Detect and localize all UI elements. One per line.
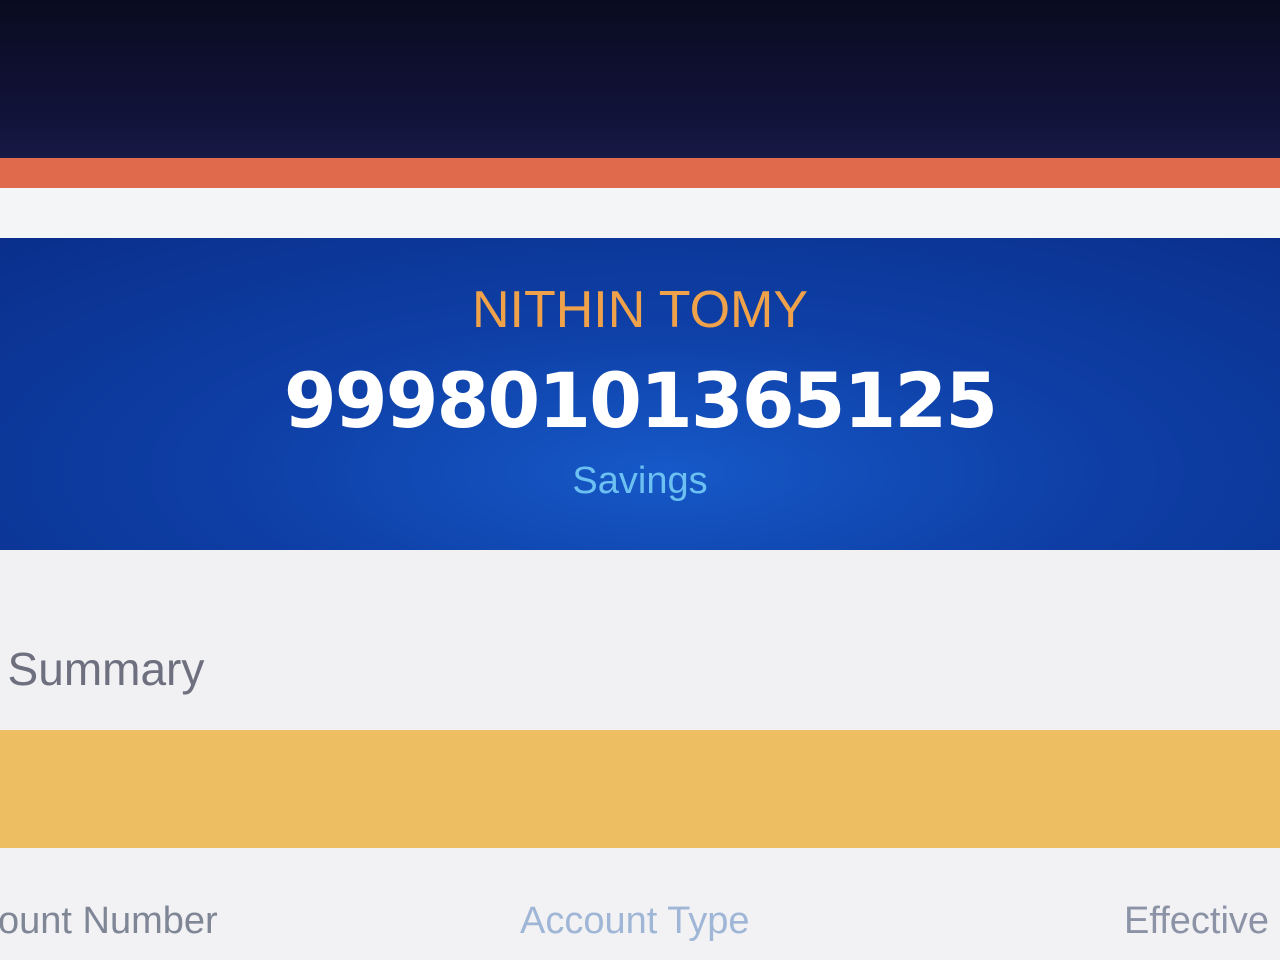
header-accent-bar [0,158,1280,188]
screen: NITHIN TOMY 99980101365125 Savings t Sum… [0,0,1280,960]
account-type: Savings [572,460,708,502]
account-banner: NITHIN TOMY 99980101365125 Savings [0,238,1280,550]
banking-page: NITHIN TOMY 99980101365125 Savings t Sum… [0,158,1280,960]
column-header-effective[interactable]: Effective [1124,900,1269,943]
account-holder-name: NITHIN TOMY [471,281,809,339]
summary-section: t Summary [0,550,1280,730]
summary-table-bar [0,730,1280,848]
column-header-account-number[interactable]: ccount Number [0,900,218,943]
account-number: 99980101365125 [283,356,998,445]
monitor-bezel [0,0,1280,170]
summary-table-header: ccount Number Account Type Effective [0,848,1280,960]
header-strip [0,188,1280,238]
column-header-account-type[interactable]: Account Type [520,900,750,943]
summary-title: t Summary [0,643,205,695]
